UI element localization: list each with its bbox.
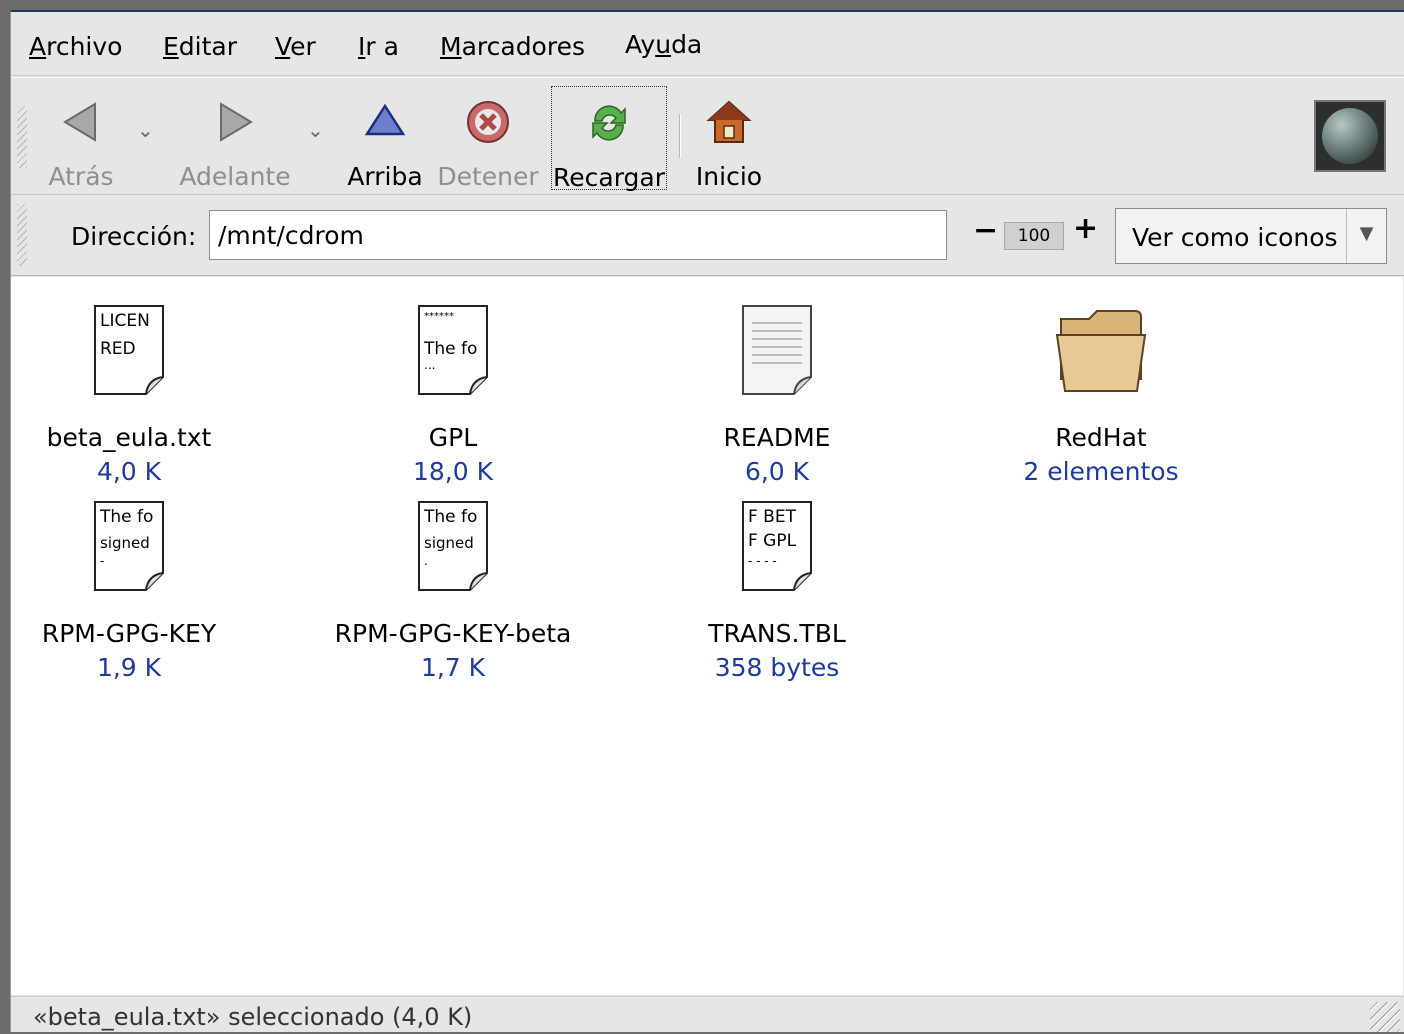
zoom-in-button[interactable]: +: [1073, 214, 1098, 244]
readme-document-icon: [742, 305, 812, 395]
back-arrow-icon: [63, 102, 96, 142]
location-input[interactable]: [209, 210, 947, 260]
menu-bar: Archivo Editar Ver Ir a Marcadores Ayuda: [11, 12, 1404, 76]
menu-archivo[interactable]: Archivo: [29, 32, 122, 61]
view-as-select[interactable]: Ver como iconos ▼: [1115, 208, 1387, 264]
file-size: 4,0 K: [96, 457, 162, 486]
forward-label: Adelante: [179, 162, 291, 191]
back-button[interactable]: Atrás: [37, 86, 125, 191]
back-label: Atrás: [48, 162, 114, 191]
stop-icon: [467, 101, 509, 143]
home-label: Inicio: [695, 162, 763, 191]
file-item-beta-eula[interactable]: LICEN RED beta_eula.txt 4,0 K: [0, 305, 279, 495]
preview-line: RED: [100, 339, 136, 359]
menu-marcadores[interactable]: Marcadores: [440, 32, 585, 61]
forward-history-chevron-icon[interactable]: ⌄: [307, 118, 324, 142]
file-item-rpm-gpg-key-beta[interactable]: The fo signed . RPM-GPG-KEY-beta 1,7 K: [303, 501, 603, 691]
up-button[interactable]: Arriba: [345, 86, 425, 191]
preview-line: The fo: [424, 507, 478, 527]
preview-line: ******: [424, 311, 454, 322]
file-name: RPM-GPG-KEY-beta: [334, 619, 572, 648]
back-history-chevron-icon[interactable]: ⌄: [137, 118, 154, 142]
file-item-rpm-gpg-key[interactable]: The fo signed - RPM-GPG-KEY 1,9 K: [0, 501, 279, 691]
stop-label: Detener: [437, 162, 539, 191]
toolbar-separator: [679, 114, 681, 158]
preview-line: - - - -: [748, 554, 777, 568]
preview-line: ...: [424, 358, 436, 372]
forward-arrow-icon: [220, 102, 253, 142]
toolbar: Atrás ⌄ Adelante ⌄ Arriba Detener Recarg…: [11, 77, 1404, 195]
zoom-level[interactable]: 100: [1004, 222, 1064, 250]
file-size: 358 bytes: [714, 653, 840, 682]
throbber-orb-icon: [1322, 108, 1378, 164]
reload-button[interactable]: Recargar: [551, 86, 667, 192]
resize-grip-icon[interactable]: [1370, 1002, 1400, 1032]
location-label: Dirección:: [71, 222, 197, 251]
stop-button[interactable]: Detener: [437, 86, 539, 191]
home-icon: [706, 100, 752, 143]
menu-ver[interactable]: Ver: [275, 32, 316, 61]
text-file-icon: LICEN RED: [94, 305, 164, 395]
file-name: beta_eula.txt: [46, 423, 212, 452]
reload-label: Recargar: [553, 163, 665, 192]
file-icon-view[interactable]: LICEN RED beta_eula.txt 4,0 K ****** The…: [11, 277, 1403, 995]
up-arrow-icon: [364, 103, 406, 136]
status-bar: «beta_eula.txt» seleccionado (4,0 K): [11, 996, 1404, 1034]
reload-icon: [592, 105, 626, 141]
preview-line: LICEN: [100, 311, 150, 331]
file-name: RPM-GPG-KEY: [41, 619, 217, 648]
file-name: RedHat: [1055, 423, 1147, 452]
dropdown-arrow-icon[interactable]: ▼: [1346, 209, 1386, 263]
menu-editar[interactable]: Editar: [163, 32, 237, 61]
file-size: 18,0 K: [412, 457, 493, 486]
file-item-gpl[interactable]: ****** The fo ... GPL 18,0 K: [303, 305, 603, 495]
view-as-label: Ver como iconos: [1132, 223, 1338, 252]
toolbar-grip[interactable]: [17, 106, 27, 168]
file-manager-window: Archivo Editar Ver Ir a Marcadores Ayuda…: [10, 10, 1404, 1032]
file-item-readme[interactable]: README 6,0 K: [627, 305, 927, 495]
location-bar-grip[interactable]: [17, 204, 27, 266]
file-size: 1,9 K: [96, 653, 162, 682]
location-bar: Dirección: − 100 + Ver como iconos ▼: [11, 196, 1404, 276]
file-name: GPL: [428, 423, 478, 452]
text-file-icon: ****** The fo ...: [418, 305, 488, 395]
file-name: README: [723, 423, 831, 452]
file-name: TRANS.TBL: [708, 619, 846, 648]
activity-throbber: [1314, 100, 1386, 172]
folder-icon: [1055, 310, 1147, 392]
preview-line: F BET: [748, 507, 796, 527]
preview-line: signed: [100, 534, 150, 552]
forward-button[interactable]: Adelante: [173, 86, 297, 191]
zoom-out-button[interactable]: −: [973, 216, 998, 246]
text-file-icon: F BET F GPL - - - -: [742, 501, 812, 591]
preview-line: -: [100, 554, 105, 568]
file-size: 1,7 K: [420, 653, 486, 682]
up-label: Arriba: [347, 162, 423, 191]
preview-line: .: [424, 554, 428, 568]
preview-line: signed: [424, 534, 474, 552]
text-file-icon: The fo signed -: [94, 501, 164, 591]
preview-line: F GPL: [748, 531, 797, 551]
folder-item-count: 2 elementos: [1023, 457, 1179, 486]
file-size: 6,0 K: [744, 457, 810, 486]
file-item-redhat-folder[interactable]: RedHat 2 elementos: [951, 305, 1251, 495]
text-file-icon: The fo signed .: [418, 501, 488, 591]
home-button[interactable]: Inicio: [691, 86, 767, 191]
status-text: «beta_eula.txt» seleccionado (4,0 K): [33, 1003, 473, 1031]
menu-ir-a[interactable]: Ir a: [358, 32, 399, 61]
preview-line: The fo: [100, 507, 154, 527]
file-item-trans-tbl[interactable]: F BET F GPL - - - - TRANS.TBL 358 bytes: [627, 501, 927, 691]
menu-ayuda[interactable]: Ayuda: [625, 30, 702, 59]
